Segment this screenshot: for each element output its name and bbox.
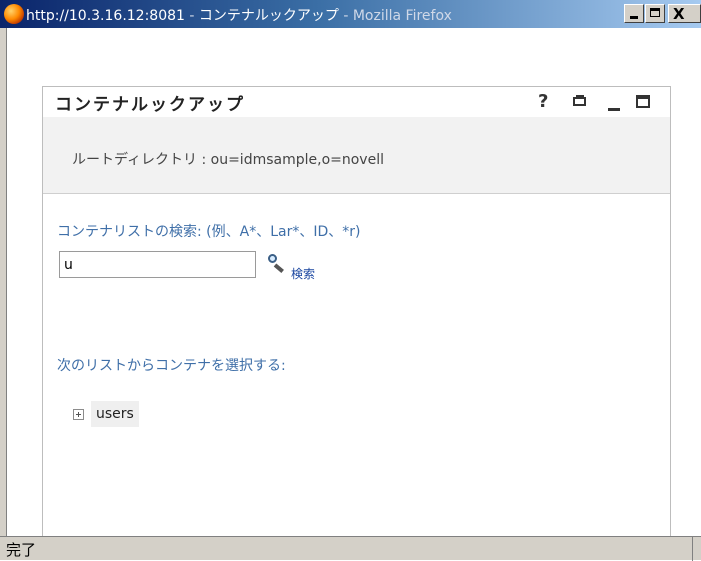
select-container-label: 次のリストからコンテナを選択する:	[57, 358, 286, 374]
search-link[interactable]: 検索	[291, 265, 315, 282]
search-label: コンテナリストの検索: (例、A*、Lar*、ID、*r)	[57, 224, 361, 240]
print-icon[interactable]	[572, 95, 588, 109]
expand-plus-icon[interactable]	[73, 409, 84, 420]
search-icon[interactable]	[267, 253, 287, 273]
root-directory-bar: ルートディレクトリ : ou=idmsample,o=novell	[43, 117, 670, 194]
status-bar: 完了	[0, 536, 701, 561]
minimize-window-icon	[630, 16, 638, 19]
help-icon[interactable]: ?	[538, 91, 548, 112]
maximize-window-button[interactable]	[645, 4, 665, 23]
portlet-title: コンテナルックアップ	[55, 95, 245, 115]
window-title: http://10.3.16.12:8081 - コンテナルックアップ - Mo…	[26, 8, 452, 24]
root-directory-text: ルートディレクトリ : ou=idmsample,o=novell	[72, 152, 384, 168]
tree-item-label[interactable]: users	[91, 401, 139, 427]
portlet-header: コンテナルックアップ ?	[43, 87, 670, 117]
close-window-icon: X	[673, 5, 685, 23]
maximize-icon[interactable]	[636, 95, 650, 108]
window-left-border	[0, 28, 7, 548]
window-title-bar[interactable]: http://10.3.16.12:8081 - コンテナルックアップ - Mo…	[0, 0, 701, 28]
search-input[interactable]	[59, 251, 256, 278]
status-bar-edge	[692, 537, 701, 561]
container-lookup-portlet: コンテナルックアップ ? ルートディレクトリ : ou=idmsample,o=…	[42, 86, 671, 537]
minimize-window-button[interactable]	[624, 4, 644, 23]
status-text: 完了	[6, 541, 37, 559]
maximize-window-icon	[650, 8, 660, 17]
close-window-button[interactable]: X	[668, 4, 701, 23]
firefox-icon[interactable]	[4, 4, 24, 24]
tree-item-users[interactable]: users	[73, 401, 197, 427]
minimize-icon[interactable]	[608, 108, 620, 111]
